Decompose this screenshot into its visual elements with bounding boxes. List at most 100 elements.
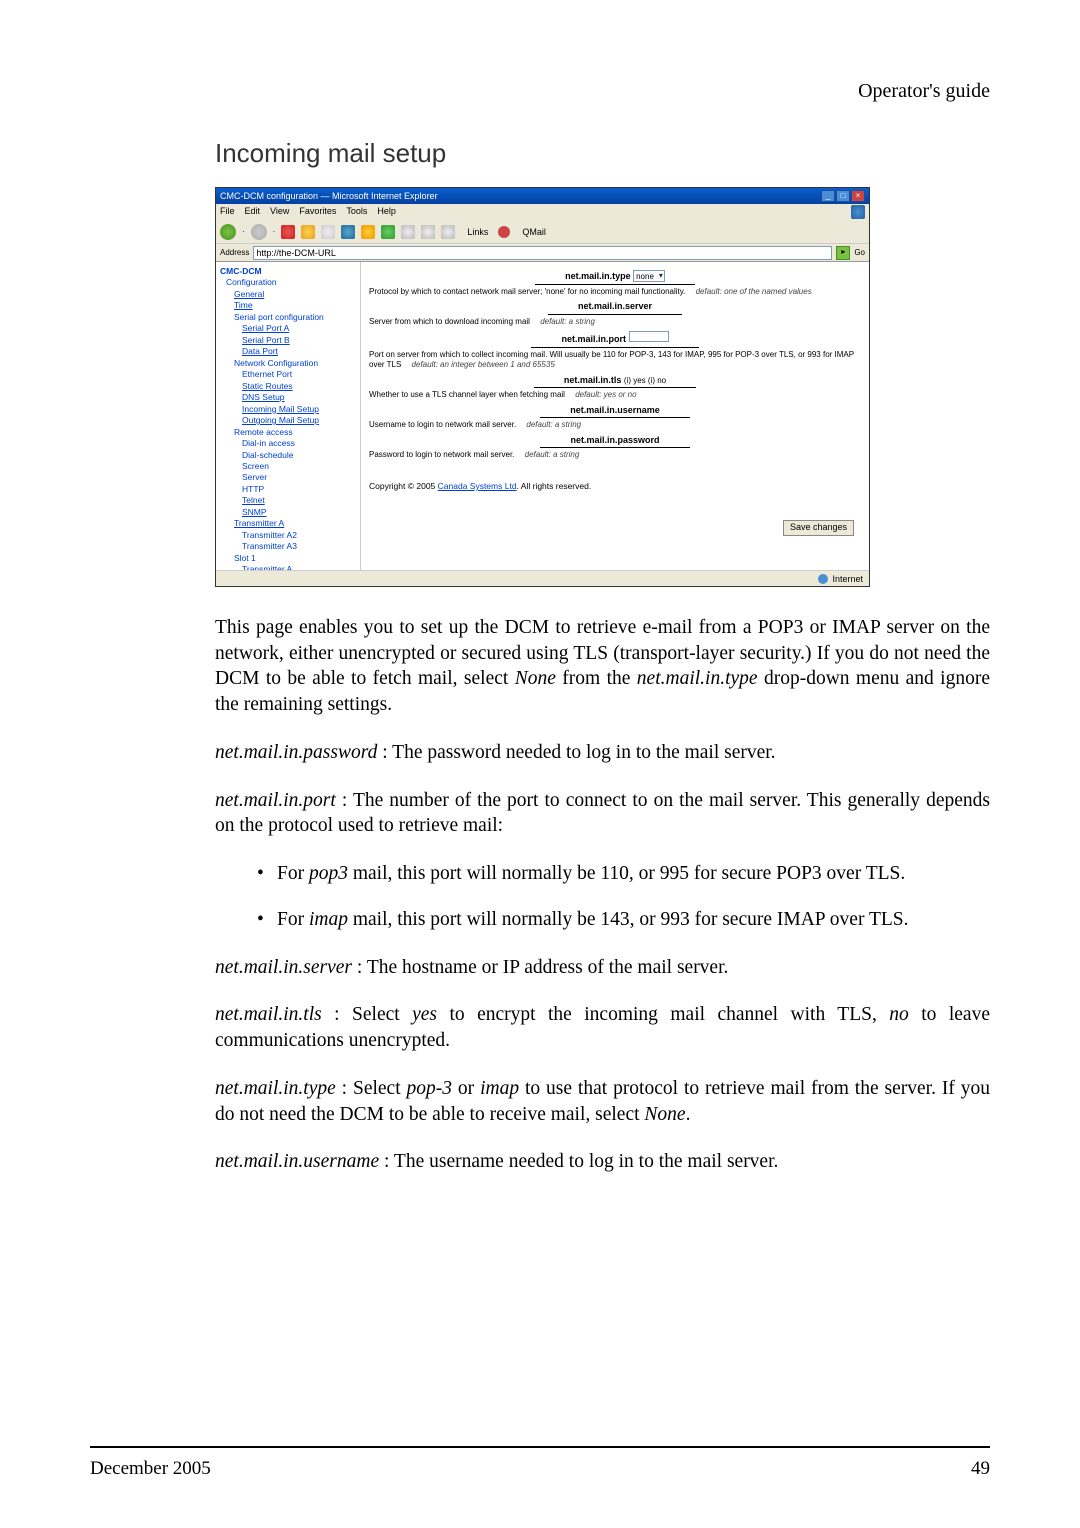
maximize-icon[interactable]: □ <box>836 190 850 202</box>
back-sep: · <box>242 227 245 236</box>
toolbar-qmail[interactable]: QMail <box>522 227 546 237</box>
content-area: CMC-DCMConfigurationGeneralTimeSerial po… <box>216 262 869 570</box>
server-paragraph: net.mail.in.server : The hostname or IP … <box>215 955 990 981</box>
sidebar-item[interactable]: Incoming Mail Setup <box>220 404 358 415</box>
port-paragraph: net.mail.in.port : The number of the por… <box>215 788 990 839</box>
menu-help[interactable]: Help <box>377 206 396 218</box>
toolbar-links-label[interactable]: Links <box>467 227 488 237</box>
text-em: no <box>889 1004 909 1025</box>
username-paragraph: net.mail.in.username : The username need… <box>215 1149 990 1175</box>
stop-icon[interactable] <box>281 225 295 239</box>
address-label: Address <box>220 248 249 257</box>
sidebar-item[interactable]: General <box>220 289 358 300</box>
sidebar-item[interactable]: Transmitter A2 <box>220 530 358 541</box>
text-em: imap <box>480 1078 519 1099</box>
search-icon[interactable] <box>341 225 355 239</box>
menu-favorites[interactable]: Favorites <box>299 206 336 218</box>
setting-label: net.mail.in.username <box>369 405 861 419</box>
menubar: File Edit View Favorites Tools Help <box>216 204 869 220</box>
favorites-icon[interactable] <box>361 225 375 239</box>
sidebar-item[interactable]: Outgoing Mail Setup <box>220 415 358 426</box>
text-em: net.mail.in.type <box>637 668 758 689</box>
sidebar-item[interactable]: Dial-in access <box>220 438 358 449</box>
sidebar-nav: CMC-DCMConfigurationGeneralTimeSerial po… <box>216 262 361 570</box>
menu-tools[interactable]: Tools <box>346 206 367 218</box>
setting-label: net.mail.in.server <box>369 301 861 315</box>
page-header-right: Operator's guide <box>215 80 990 103</box>
menu-file[interactable]: File <box>220 206 235 218</box>
text: : The hostname or IP address of the mail… <box>352 957 728 978</box>
port-input[interactable] <box>629 331 669 342</box>
setting-description: Port on server from which to collect inc… <box>369 350 861 371</box>
setting-description: Server from which to download incoming m… <box>369 317 861 327</box>
save-button[interactable]: Save changes <box>783 520 854 536</box>
setting-label: net.mail.in.tls (i) yes (i) no <box>369 375 861 389</box>
text-em: None <box>515 668 556 689</box>
list-item: For imap mail, this port will normally b… <box>257 907 990 933</box>
sidebar-item[interactable]: DNS Setup <box>220 392 358 403</box>
text: : The password needed to log in to the m… <box>377 742 775 763</box>
sidebar-item[interactable]: Serial Port A <box>220 323 358 334</box>
menu-edit[interactable]: Edit <box>245 206 261 218</box>
sidebar-item[interactable]: Network Configuration <box>220 358 358 369</box>
forward-icon[interactable] <box>251 224 267 240</box>
back-icon[interactable] <box>220 224 236 240</box>
fwd-sep: · <box>273 227 276 236</box>
history-icon[interactable] <box>381 225 395 239</box>
type-select[interactable]: none <box>633 270 665 282</box>
go-button[interactable]: ▸ <box>836 246 850 260</box>
text-em: None <box>644 1104 685 1125</box>
sidebar-item[interactable]: Server <box>220 472 358 483</box>
address-value: http://the-DCM-URL <box>256 248 336 258</box>
sidebar-item[interactable]: Dial-schedule <box>220 450 358 461</box>
text: mail, this port will normally be 110, or… <box>348 863 905 884</box>
window-titlebar: CMC-DCM configuration — Microsoft Intern… <box>216 188 869 204</box>
sidebar-item[interactable]: Slot 1 <box>220 553 358 564</box>
sidebar-item[interactable]: Data Port <box>220 346 358 357</box>
q-logo-icon <box>498 226 510 238</box>
menu-view[interactable]: View <box>270 206 289 218</box>
text: For <box>277 863 309 884</box>
ie-logo-icon <box>851 205 865 219</box>
sidebar-item[interactable]: Screen <box>220 461 358 472</box>
text: from the <box>556 668 637 689</box>
text: For <box>277 909 309 930</box>
sidebar-item[interactable]: Telnet <box>220 495 358 506</box>
list-item: For pop3 mail, this port will normally b… <box>257 861 990 887</box>
sidebar-item[interactable]: Static Routes <box>220 381 358 392</box>
password-paragraph: net.mail.in.password : The password need… <box>215 740 990 766</box>
text-em: imap <box>309 909 348 930</box>
text: . <box>686 1104 691 1125</box>
sidebar-item[interactable]: Remote access <box>220 427 358 438</box>
text-em: net.mail.in.username <box>215 1151 379 1172</box>
setting-label: net.mail.in.password <box>369 435 861 449</box>
refresh-icon[interactable] <box>301 225 315 239</box>
mail-icon[interactable] <box>401 225 415 239</box>
text-em: net.mail.in.password <box>215 742 377 763</box>
go-label: Go <box>854 248 865 257</box>
edit-icon[interactable] <box>441 225 455 239</box>
print-icon[interactable] <box>421 225 435 239</box>
sidebar-item[interactable]: Time <box>220 300 358 311</box>
copyright-link[interactable]: Canada Systems Ltd <box>438 481 517 491</box>
statusbar: Internet <box>216 570 869 586</box>
sidebar-item[interactable]: CMC-DCM <box>220 266 358 277</box>
sidebar-item[interactable]: Transmitter A3 <box>220 541 358 552</box>
setting-description: Protocol by which to contact network mai… <box>369 287 861 297</box>
page-footer: December 2005 49 <box>90 1458 990 1480</box>
minimize-icon[interactable]: _ <box>821 190 835 202</box>
sidebar-item[interactable]: Configuration <box>220 277 358 288</box>
text: to encrypt the incoming mail channel wit… <box>437 1004 889 1025</box>
port-list: For pop3 mail, this port will normally b… <box>257 861 990 932</box>
sidebar-item[interactable]: Ethernet Port <box>220 369 358 380</box>
sidebar-item[interactable]: Serial Port B <box>220 335 358 346</box>
close-icon[interactable]: × <box>851 190 865 202</box>
sidebar-item[interactable]: Transmitter A <box>220 518 358 529</box>
sidebar-item[interactable]: HTTP <box>220 484 358 495</box>
tls-paragraph: net.mail.in.tls : Select yes to encrypt … <box>215 1002 990 1053</box>
address-input[interactable]: http://the-DCM-URL <box>253 246 832 260</box>
sidebar-item[interactable]: Serial port configuration <box>220 312 358 323</box>
home-icon[interactable] <box>321 225 335 239</box>
sidebar-item[interactable]: SNMP <box>220 507 358 518</box>
text-em: net.mail.in.tls <box>215 1004 322 1025</box>
